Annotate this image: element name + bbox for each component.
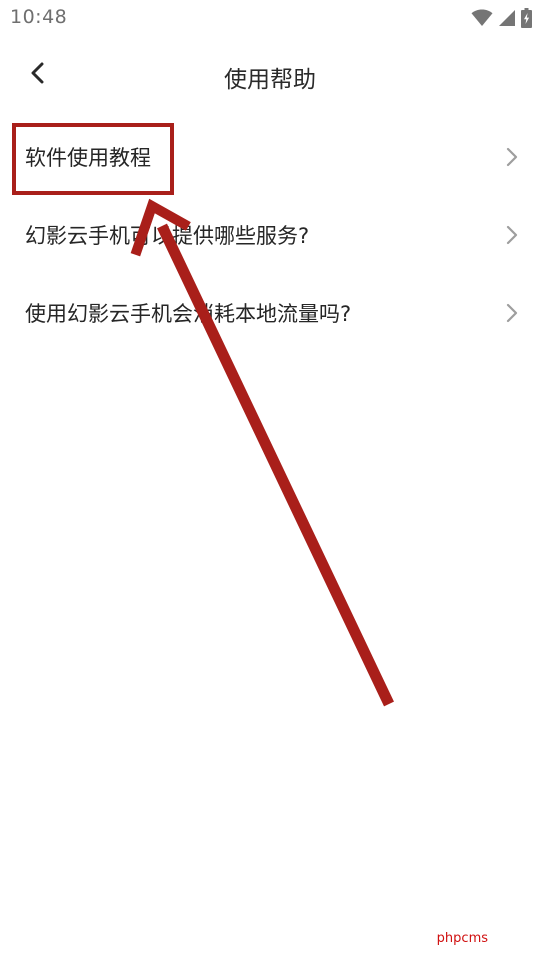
help-item-label: 幻影云手机可以提供哪些服务? [25,224,310,248]
watermark: phpcms [436,931,488,946]
chevron-right-icon [506,147,518,167]
chevron-right-icon [506,303,518,323]
page-title: 使用帮助 [224,67,316,93]
help-item-label: 使用幻影云手机会消耗本地流量吗? [25,302,352,326]
status-icons [471,7,532,29]
cell-signal-icon [498,9,516,27]
help-item-services[interactable]: 幻影云手机可以提供哪些服务? [0,196,540,274]
battery-charging-icon [521,8,532,28]
status-time: 10:48 [10,6,68,28]
app-header: 使用帮助 [0,40,540,110]
help-item-data-usage[interactable]: 使用幻影云手机会消耗本地流量吗? [0,274,540,352]
status-bar: 10:48 [0,0,540,36]
annotation-highlight-box [12,123,174,195]
chevron-right-icon [506,225,518,245]
wifi-icon [471,9,493,27]
